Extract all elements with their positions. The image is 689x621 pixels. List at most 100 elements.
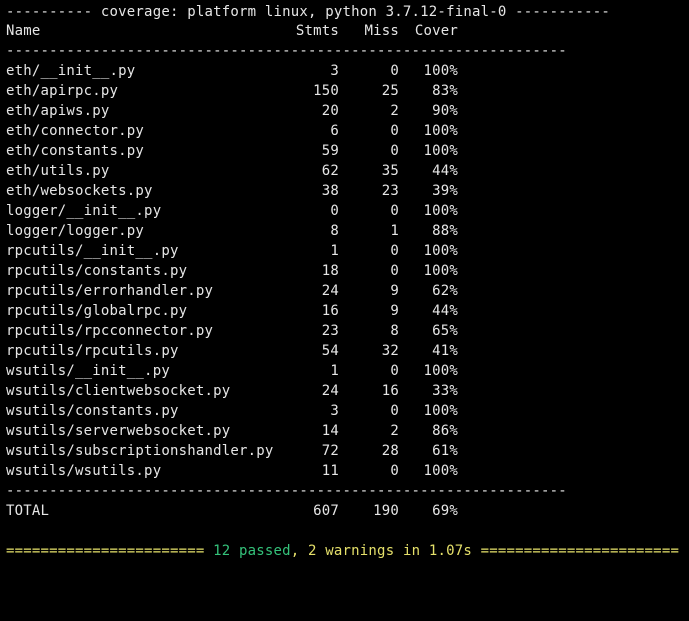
- separator-line-top: ----------------------------------------…: [6, 43, 567, 59]
- row-miss: 0: [390, 243, 399, 259]
- row-cover: 100%: [423, 243, 458, 259]
- row-stmts: 11: [321, 463, 339, 479]
- row-miss: 0: [390, 63, 399, 79]
- row-name: logger/__init__.py: [6, 203, 162, 219]
- row-cover: 100%: [423, 403, 458, 419]
- row-miss: 8: [390, 323, 399, 339]
- row-name: wsutils/wsutils.py: [6, 463, 162, 479]
- row-name: eth/apirpc.py: [6, 83, 119, 99]
- row-stmts: 54: [321, 343, 339, 359]
- row-cover: 100%: [423, 123, 458, 139]
- row-miss: 0: [390, 363, 399, 379]
- column-header-miss: Miss: [364, 23, 399, 39]
- row-stmts: 3: [330, 63, 339, 79]
- table-row: rpcutils/__init__.py 1 0 100%: [6, 241, 458, 261]
- row-cover: 83%: [432, 83, 458, 99]
- row-stmts: 18: [321, 263, 339, 279]
- test-summary-line: ======================= 12 passed, 2 war…: [6, 541, 679, 561]
- row-cover: 62%: [432, 283, 458, 299]
- column-header-cover: Cover: [414, 23, 458, 39]
- row-miss: 2: [390, 103, 399, 119]
- row-cover: 39%: [432, 183, 458, 199]
- row-cover: 61%: [432, 443, 458, 459]
- row-stmts: 59: [321, 143, 339, 159]
- row-miss: 0: [390, 123, 399, 139]
- row-name: rpcutils/constants.py: [6, 263, 188, 279]
- table-row: eth/__init__.py 3 0 100%: [6, 61, 458, 81]
- row-cover: 100%: [423, 363, 458, 379]
- row-name: logger/logger.py: [6, 223, 145, 239]
- row-stmts: 24: [321, 283, 339, 299]
- row-name: wsutils/subscriptionshandler.py: [6, 443, 274, 459]
- row-miss: 0: [390, 263, 399, 279]
- table-row: wsutils/wsutils.py 11 0 100%: [6, 461, 458, 481]
- table-row: wsutils/clientwebsocket.py 24 16 33%: [6, 381, 458, 401]
- row-name: wsutils/constants.py: [6, 403, 179, 419]
- row-name: eth/constants.py: [6, 143, 145, 159]
- row-miss: 1: [390, 223, 399, 239]
- row-cover: 100%: [423, 203, 458, 219]
- table-row: rpcutils/errorhandler.py 24 9 62%: [6, 281, 458, 301]
- row-name: eth/connector.py: [6, 123, 145, 139]
- row-stmts: 1: [330, 243, 339, 259]
- table-row: rpcutils/globalrpc.py 16 9 44%: [6, 301, 458, 321]
- row-name: wsutils/__init__.py: [6, 363, 170, 379]
- total-row: TOTAL 607 190 69%: [6, 501, 458, 521]
- row-miss: 25: [381, 83, 399, 99]
- row-stmts: 14: [321, 423, 339, 439]
- row-miss: 35: [381, 163, 399, 179]
- row-stmts: 38: [321, 183, 339, 199]
- row-miss: 0: [390, 203, 399, 219]
- summary-passed: 12 passed: [213, 543, 291, 559]
- row-name: eth/apiws.py: [6, 103, 110, 119]
- table-row: logger/logger.py 8 1 88%: [6, 221, 458, 241]
- table-row: rpcutils/rpcconnector.py 23 8 65%: [6, 321, 458, 341]
- row-stmts: 24: [321, 383, 339, 399]
- row-miss: 23: [381, 183, 399, 199]
- row-stmts: 62: [321, 163, 339, 179]
- row-cover: 44%: [432, 163, 458, 179]
- row-stmts: 3: [330, 403, 339, 419]
- summary-comma: ,: [290, 543, 309, 559]
- terminal-window: ---------- coverage: platform linux, pyt…: [0, 0, 689, 561]
- table-row: wsutils/constants.py 3 0 100%: [6, 401, 458, 421]
- row-name: rpcutils/errorhandler.py: [6, 283, 214, 299]
- row-stmts: 16: [321, 303, 339, 319]
- row-miss: 9: [390, 283, 399, 299]
- row-miss: 32: [381, 343, 399, 359]
- row-stmts: 8: [330, 223, 339, 239]
- column-header-row: Name Stmts Miss Cover: [6, 21, 458, 41]
- row-name: rpcutils/rpcutils.py: [6, 343, 179, 359]
- row-cover: 100%: [423, 263, 458, 279]
- row-name: rpcutils/globalrpc.py: [6, 303, 188, 319]
- table-row: eth/apiws.py 20 2 90%: [6, 101, 458, 121]
- row-miss: 0: [390, 143, 399, 159]
- summary-right-bar: =======================: [471, 543, 680, 559]
- row-stmts: 1: [330, 363, 339, 379]
- row-cover: 100%: [423, 63, 458, 79]
- row-stmts: 150: [313, 83, 339, 99]
- row-cover: 33%: [432, 383, 458, 399]
- table-row: logger/__init__.py 0 0 100%: [6, 201, 458, 221]
- row-cover: 44%: [432, 303, 458, 319]
- row-cover: 41%: [432, 343, 458, 359]
- table-row: eth/apirpc.py 150 25 83%: [6, 81, 458, 101]
- row-cover: 90%: [432, 103, 458, 119]
- row-name: eth/websockets.py: [6, 183, 153, 199]
- total-miss: 190: [373, 503, 399, 519]
- row-stmts: 0: [330, 203, 339, 219]
- row-miss: 9: [390, 303, 399, 319]
- summary-left-bar: =======================: [6, 543, 214, 559]
- table-row: rpcutils/rpcutils.py 54 32 41%: [6, 341, 458, 361]
- row-name: rpcutils/__init__.py: [6, 243, 179, 259]
- summary-warnings: 2 warnings in 1.07s: [308, 543, 472, 559]
- row-miss: 16: [381, 383, 399, 399]
- row-stmts: 23: [321, 323, 339, 339]
- row-stmts: 6: [330, 123, 339, 139]
- row-cover: 65%: [432, 323, 458, 339]
- separator-line-bottom: ----------------------------------------…: [6, 483, 567, 499]
- row-stmts: 20: [321, 103, 339, 119]
- table-row: eth/utils.py 62 35 44%: [6, 161, 458, 181]
- row-cover: 86%: [432, 423, 458, 439]
- total-label: TOTAL: [6, 503, 50, 519]
